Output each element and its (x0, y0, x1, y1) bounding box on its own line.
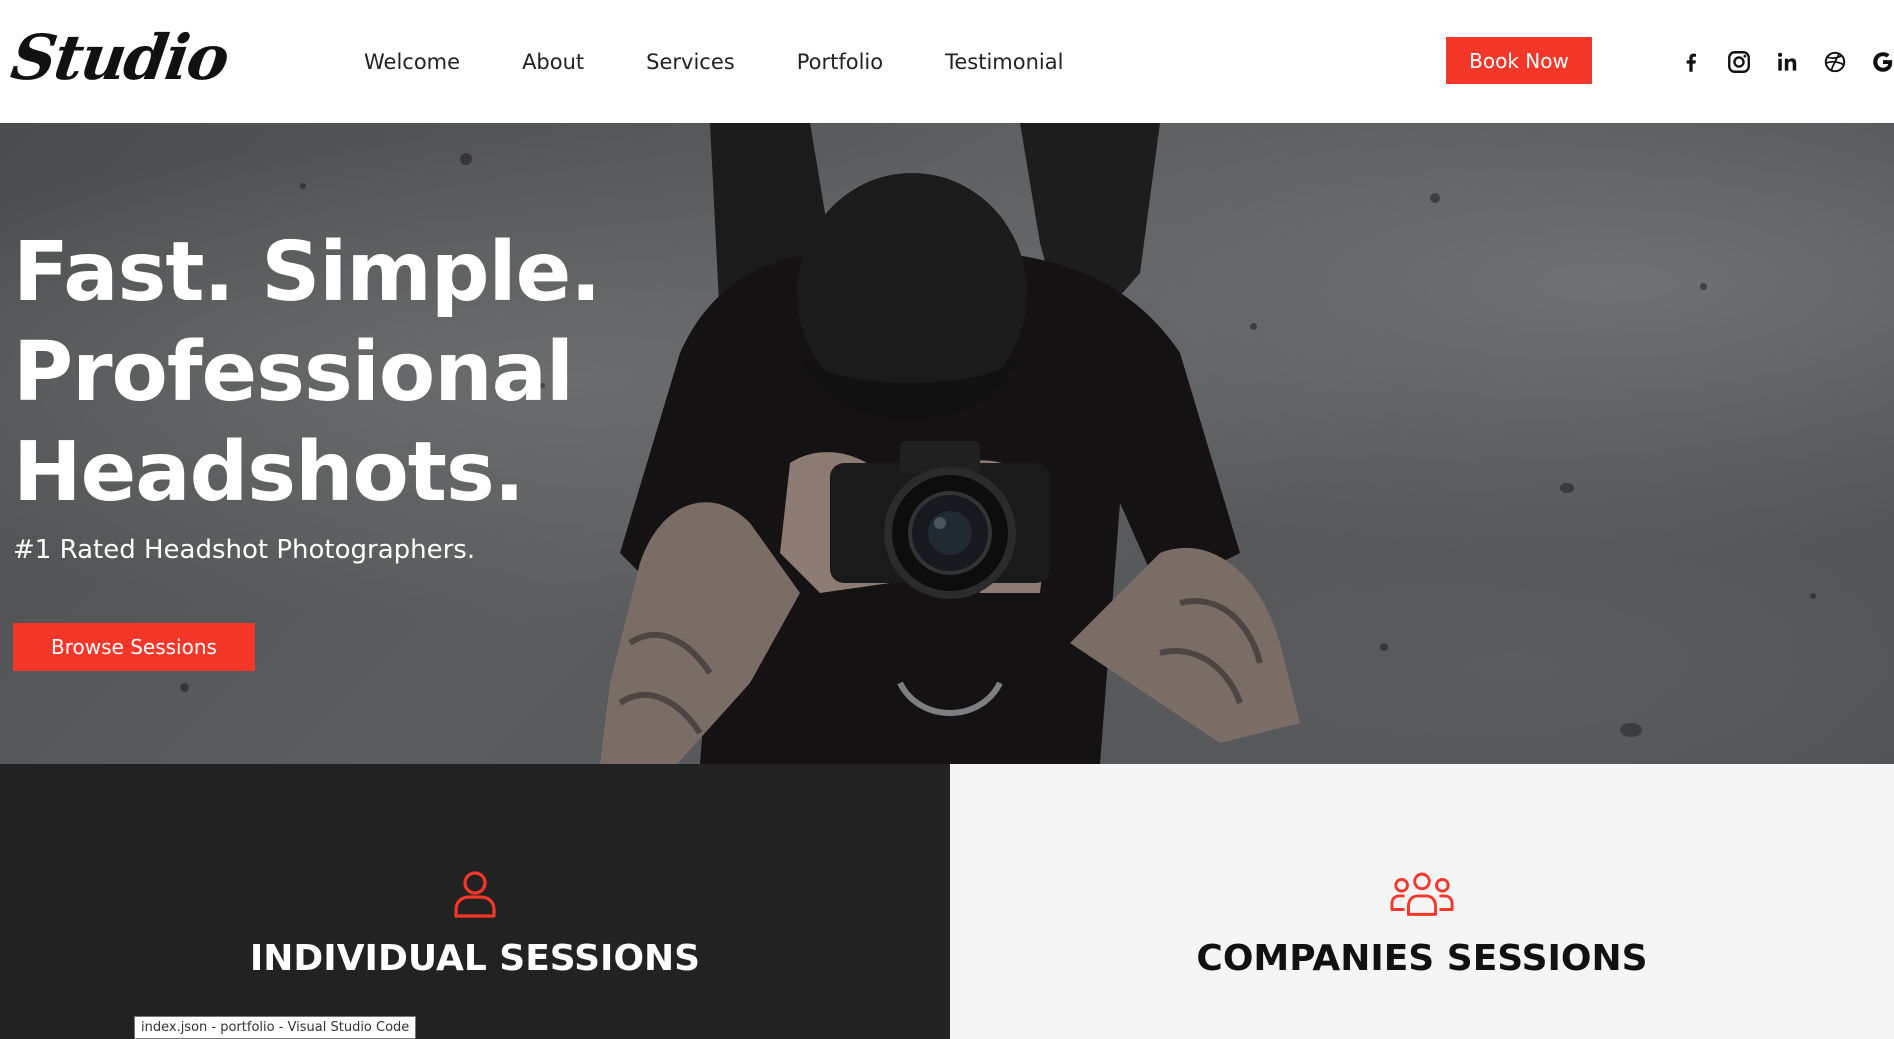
dribbble-icon[interactable] (1819, 46, 1851, 78)
hero-subtitle: #1 Rated Headshot Photographers. (13, 535, 476, 565)
nav-welcome[interactable]: Welcome (364, 50, 460, 74)
facebook-icon[interactable] (1675, 46, 1707, 78)
site-header: Studio Welcome About Services Portfolio … (0, 0, 1894, 123)
book-now-button[interactable]: Book Now (1446, 37, 1592, 84)
individual-sessions-panel[interactable]: INDIVIDUAL SESSIONS (0, 764, 950, 1039)
users-group-icon (1390, 870, 1454, 922)
hero-headline-line-3: Headshots. (13, 425, 525, 520)
individual-sessions-title: INDIVIDUAL SESSIONS (249, 938, 701, 979)
nav-portfolio[interactable]: Portfolio (797, 50, 883, 74)
hero-section: Fast. Simple. Professional Headshots. #1… (0, 123, 1894, 764)
hero-headline-line-2: Professional (13, 325, 574, 420)
main-nav: Welcome About Services Portfolio Testimo… (364, 0, 1125, 123)
companies-sessions-title: COMPANIES SESSIONS (1196, 938, 1648, 979)
studio-logo[interactable]: Studio (7, 18, 232, 98)
browse-sessions-button[interactable]: Browse Sessions (13, 623, 255, 671)
instagram-icon[interactable] (1723, 46, 1755, 78)
nav-testimonial[interactable]: Testimonial (945, 50, 1063, 74)
companies-sessions-panel[interactable]: COMPANIES SESSIONS (950, 764, 1894, 1039)
nav-about[interactable]: About (522, 50, 584, 74)
social-links (1675, 44, 1894, 80)
linkedin-icon[interactable] (1771, 46, 1803, 78)
user-icon (443, 870, 507, 922)
taskbar-tooltip: index.json - portfolio - Visual Studio C… (134, 1016, 417, 1039)
photographer-image (600, 123, 1300, 764)
hero-headline-line-1: Fast. Simple. (13, 225, 601, 320)
nav-services[interactable]: Services (646, 50, 735, 74)
hero-headline: Fast. Simple. Professional Headshots. (13, 223, 601, 523)
logo-text: Studio (6, 21, 232, 94)
google-icon[interactable] (1867, 46, 1894, 78)
